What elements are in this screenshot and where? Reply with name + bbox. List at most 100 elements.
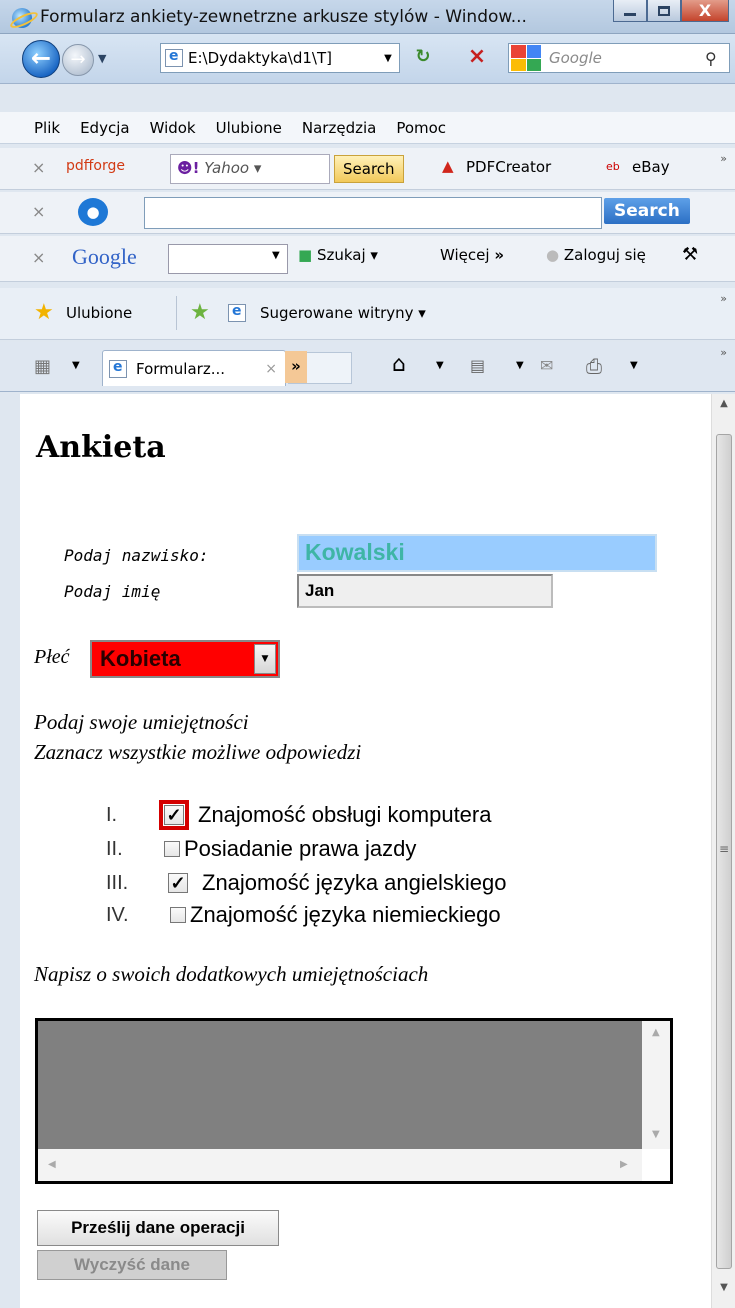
scroll-left-icon[interactable]: ◀ [48, 1159, 56, 1170]
textarea-vertical-scrollbar[interactable]: ▲ ▼ [642, 1021, 670, 1149]
surname-input[interactable]: Kowalski [297, 534, 657, 572]
address-bar[interactable]: E:\Dydaktyka\d1\T] ▼ [160, 43, 400, 73]
skill-checkbox[interactable] [164, 841, 180, 857]
toolbar-search-button[interactable]: Search [604, 198, 690, 224]
extra-skills-textarea[interactable]: ▲ ▼ ◀ ▶ [35, 1018, 673, 1184]
textarea-content[interactable] [38, 1021, 642, 1149]
ebay-button[interactable]: eBay [632, 158, 670, 176]
google-toolbar: × Google ▼ ■ Szukaj ▾ Więcej » ● Zaloguj… [0, 236, 735, 282]
menu-narzedzia[interactable]: Narzędzia [302, 119, 376, 137]
skill-checkbox[interactable]: ✓ [159, 800, 189, 830]
navigation-bar: ← → ▼ E:\Dydaktyka\d1\T] ▼ ↻ × Google ⚲ [0, 34, 735, 84]
google-logo-icon [511, 45, 541, 71]
ie-logo-icon [12, 8, 32, 28]
yahoo-icon: ☻! [177, 159, 200, 177]
google-dropdown-icon[interactable]: ▼ [272, 250, 280, 261]
close-toolbar-icon[interactable]: × [32, 248, 45, 267]
refresh-button[interactable]: ↻ [410, 46, 436, 70]
reset-button[interactable]: Wyczyść dane [37, 1250, 227, 1280]
pdfcreator-button[interactable]: PDFCreator [466, 158, 551, 176]
scroll-down-icon[interactable]: ▼ [652, 1129, 660, 1140]
skills-intro: Podaj swoje umiejętności [34, 710, 249, 734]
page-icon [228, 303, 246, 322]
favorites-button[interactable]: Ulubione [66, 304, 132, 322]
address-dropdown-icon[interactable]: ▼ [377, 53, 399, 64]
menu-ulubione[interactable]: Ulubione [216, 119, 282, 137]
new-tab-button[interactable] [285, 351, 352, 384]
skill-item: I. ✓ Znajomość obsługi komputera [106, 800, 492, 830]
tab-title: Formularz... [136, 359, 225, 378]
toolbar-logo-icon[interactable]: ● [78, 198, 108, 226]
favorites-star-icon: ★ [34, 300, 54, 325]
szukaj-label: Szukaj [316, 246, 366, 264]
print-dropdown-icon[interactable]: ▼ [630, 360, 638, 371]
search-box[interactable]: Google ⚲ [508, 43, 730, 73]
yahoo-search-button[interactable]: Search [334, 155, 404, 183]
menu-plik[interactable]: Plik [34, 119, 60, 137]
skill-number: III. [106, 871, 129, 894]
skill-number: IV. [106, 903, 129, 926]
close-toolbar-icon[interactable]: × [32, 158, 45, 177]
name-input[interactable]: Jan [297, 574, 553, 608]
page-icon [109, 359, 127, 378]
maximize-button[interactable] [647, 0, 681, 22]
tab-list-dropdown-icon[interactable]: ▼ [72, 360, 80, 371]
szukaj-button[interactable]: ■ Szukaj ▾ [298, 246, 378, 264]
gender-select[interactable]: Kobieta ▼ [90, 640, 280, 678]
feeds-dropdown-icon[interactable]: ▼ [516, 360, 524, 371]
quick-tabs-icon[interactable]: ▦ [34, 356, 51, 377]
google-search-input[interactable] [168, 244, 288, 274]
skill-checkbox[interactable] [170, 907, 186, 923]
scroll-up-icon[interactable]: ▲ [652, 1027, 660, 1038]
page-title: Ankieta [36, 430, 166, 465]
home-dropdown-icon[interactable]: ▼ [436, 360, 444, 371]
print-icon[interactable]: ⎙ [586, 354, 602, 378]
zaloguj-button[interactable]: ● Zaloguj się [546, 246, 646, 264]
tab-formularz[interactable]: Formularz... × [102, 350, 286, 386]
textarea-horizontal-scrollbar[interactable]: ◀ ▶ [38, 1149, 642, 1181]
skill-item: III. ✓ Znajomość języka angielskiego [106, 870, 507, 896]
chevron-down-icon[interactable]: ▼ [254, 644, 276, 674]
more-icon[interactable]: » [720, 152, 727, 165]
page-scrollbar[interactable]: ▲ ≡ ▼ [711, 394, 735, 1308]
minimize-icon [624, 13, 636, 16]
address-text: E:\Dydaktyka\d1\T] [188, 49, 332, 67]
mail-icon[interactable]: ✉ [540, 356, 553, 375]
menu-edycja[interactable]: Edycja [80, 119, 129, 137]
separator [176, 296, 177, 330]
add-favorite-icon[interactable]: ★ [190, 300, 210, 325]
window-controls: X [613, 0, 729, 22]
skill-checkbox[interactable]: ✓ [168, 873, 188, 893]
pdfcreator-icon: ▲ [442, 157, 454, 175]
close-button[interactable]: X [681, 0, 729, 22]
close-toolbar-icon[interactable]: × [32, 202, 45, 221]
recent-pages-dropdown-icon[interactable]: ▼ [98, 52, 106, 65]
forward-button[interactable]: → [62, 44, 94, 76]
pdfforge-logo[interactable]: pdfforge [66, 158, 125, 174]
wrench-icon[interactable]: ⚒ [682, 244, 698, 265]
more-icon[interactable]: » [720, 346, 727, 359]
suggested-sites-button[interactable]: Sugerowane witryny ▾ [260, 304, 426, 322]
search-icon[interactable]: ⚲ [705, 49, 729, 68]
skill-label: Znajomość obsługi komputera [198, 802, 492, 827]
menu-widok[interactable]: Widok [150, 119, 196, 137]
submit-button[interactable]: Prześlij dane operacji [37, 1210, 279, 1246]
grip-icon: ≡ [719, 842, 730, 856]
tab-close-icon[interactable]: × [265, 361, 277, 377]
wiecej-button[interactable]: Więcej » [440, 246, 504, 264]
toolbar-search-input[interactable] [144, 197, 602, 229]
minimize-button[interactable] [613, 0, 647, 22]
back-button[interactable]: ← [22, 40, 60, 78]
scroll-up-icon[interactable]: ▲ [712, 398, 735, 420]
more-icon[interactable]: » [720, 292, 727, 305]
yahoo-label: Yahoo [204, 159, 250, 177]
yahoo-dropdown[interactable]: ☻! Yahoo ▾ [170, 154, 330, 184]
google-logo: Google [72, 244, 137, 269]
scroll-down-icon[interactable]: ▼ [712, 1282, 735, 1304]
home-icon[interactable]: ⌂ [392, 352, 406, 377]
stop-button[interactable]: × [464, 44, 490, 70]
scroll-right-icon[interactable]: ▶ [620, 1159, 628, 1170]
page-icon [165, 48, 183, 67]
menu-pomoc[interactable]: Pomoc [396, 119, 446, 137]
feeds-icon[interactable]: ▤ [470, 356, 485, 375]
